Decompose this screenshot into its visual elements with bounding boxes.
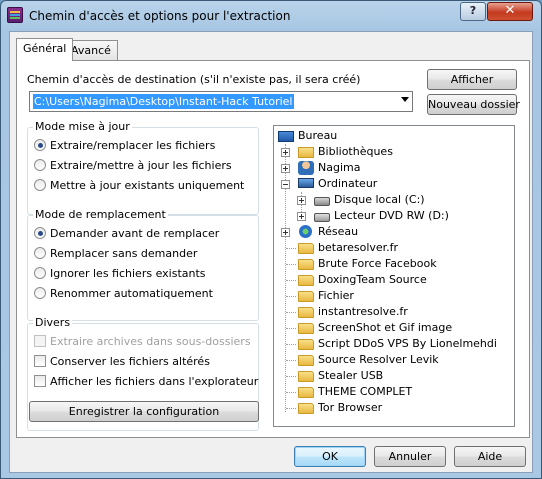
folder-icon bbox=[298, 243, 314, 254]
checkbox-icon[interactable] bbox=[34, 355, 46, 367]
folder-tree[interactable]: Bureau Bibliothèques Nagima Ordinateur D… bbox=[273, 125, 515, 427]
update-mode-option-extract-replace[interactable]: Extraire/remplacer les fichiers bbox=[34, 138, 215, 154]
update-mode-group: Mode mise à jour Extraire/remplacer les … bbox=[27, 120, 259, 215]
radio-icon[interactable] bbox=[34, 159, 46, 171]
folder-icon bbox=[298, 387, 314, 398]
winrar-icon bbox=[7, 7, 23, 23]
dvd-drive-icon bbox=[314, 213, 330, 222]
radio-icon[interactable] bbox=[34, 267, 46, 279]
replace-mode-option-skip[interactable]: Ignorer les fichiers existants bbox=[34, 266, 206, 282]
cancel-button[interactable]: Annuler bbox=[374, 446, 446, 467]
misc-title: Divers bbox=[33, 316, 73, 329]
expand-icon[interactable] bbox=[281, 164, 290, 173]
save-config-button[interactable]: Enregistrer la configuration bbox=[29, 401, 259, 422]
destination-path-value[interactable]: C:\Users\Nagima\Desktop\Instant-Hack Tut… bbox=[33, 94, 294, 109]
replace-mode-title: Mode de remplacement bbox=[33, 208, 168, 221]
radio-icon[interactable] bbox=[34, 287, 46, 299]
folder-icon bbox=[298, 371, 314, 382]
extraction-dialog: Chemin d'accès et options pour l'extract… bbox=[0, 0, 542, 479]
folder-icon bbox=[298, 403, 314, 414]
tab-general[interactable]: Général bbox=[16, 38, 74, 61]
misc-option-subfolders: Extraire archives dans sous-dossiers bbox=[34, 334, 251, 350]
network-icon bbox=[299, 225, 312, 238]
replace-mode-option-ask[interactable]: Demander avant de remplacer bbox=[34, 226, 219, 242]
close-button[interactable]: ✕ bbox=[487, 2, 533, 21]
ok-button[interactable]: OK bbox=[294, 446, 366, 467]
checkbox-icon bbox=[34, 335, 46, 347]
tab-panel-general: Chemin d'accès de destination (s'il n'ex… bbox=[16, 60, 530, 438]
user-icon bbox=[298, 161, 314, 175]
show-button[interactable]: Afficher bbox=[427, 69, 517, 90]
window-title: Chemin d'accès et options pour l'extract… bbox=[29, 9, 291, 23]
library-icon bbox=[298, 147, 314, 158]
folder-icon bbox=[298, 339, 314, 350]
chevron-down-icon[interactable] bbox=[401, 97, 409, 102]
folder-icon bbox=[298, 323, 314, 334]
update-mode-title: Mode mise à jour bbox=[33, 120, 132, 133]
radio-icon[interactable] bbox=[34, 227, 46, 239]
collapse-icon[interactable] bbox=[281, 180, 290, 189]
new-folder-button[interactable]: Nouveau dossier bbox=[427, 94, 520, 115]
radio-icon[interactable] bbox=[34, 179, 46, 191]
replace-mode-group: Mode de remplacement Demander avant de r… bbox=[27, 208, 259, 321]
expand-icon[interactable] bbox=[297, 196, 306, 205]
expand-icon[interactable] bbox=[281, 148, 290, 157]
destination-path-combo[interactable]: C:\Users\Nagima\Desktop\Instant-Hack Tut… bbox=[29, 91, 413, 112]
update-mode-option-update-existing[interactable]: Mettre à jour existants uniquement bbox=[34, 178, 244, 194]
replace-mode-option-rename[interactable]: Renommer automatiquement bbox=[34, 286, 213, 302]
title-bar[interactable]: Chemin d'accès et options pour l'extract… bbox=[1, 1, 541, 31]
desktop-icon bbox=[278, 131, 294, 142]
help-button[interactable]: Aide bbox=[454, 446, 526, 467]
folder-icon bbox=[298, 291, 314, 302]
dialog-body: Général Avancé Chemin d'accès de destina… bbox=[9, 31, 533, 473]
folder-icon bbox=[298, 355, 314, 366]
update-mode-option-extract-update[interactable]: Extraire/mettre à jour les fichiers bbox=[34, 158, 232, 174]
misc-option-keep-broken[interactable]: Conserver les fichiers altérés bbox=[34, 354, 210, 370]
disk-icon bbox=[314, 197, 330, 206]
help-title-button[interactable]: ? bbox=[460, 2, 486, 21]
destination-label: Chemin d'accès de destination (s'il n'ex… bbox=[27, 73, 361, 86]
expand-icon[interactable] bbox=[281, 228, 290, 237]
radio-icon[interactable] bbox=[34, 139, 46, 151]
folder-icon bbox=[298, 259, 314, 270]
replace-mode-option-replace[interactable]: Remplacer sans demander bbox=[34, 246, 197, 262]
folder-icon bbox=[298, 275, 314, 286]
radio-icon[interactable] bbox=[34, 247, 46, 259]
checkbox-icon[interactable] bbox=[34, 375, 46, 387]
computer-icon bbox=[298, 178, 314, 188]
expand-icon[interactable] bbox=[297, 212, 306, 221]
folder-icon bbox=[298, 307, 314, 318]
misc-option-show-explorer[interactable]: Afficher les fichiers dans l'explorateur bbox=[34, 374, 258, 390]
